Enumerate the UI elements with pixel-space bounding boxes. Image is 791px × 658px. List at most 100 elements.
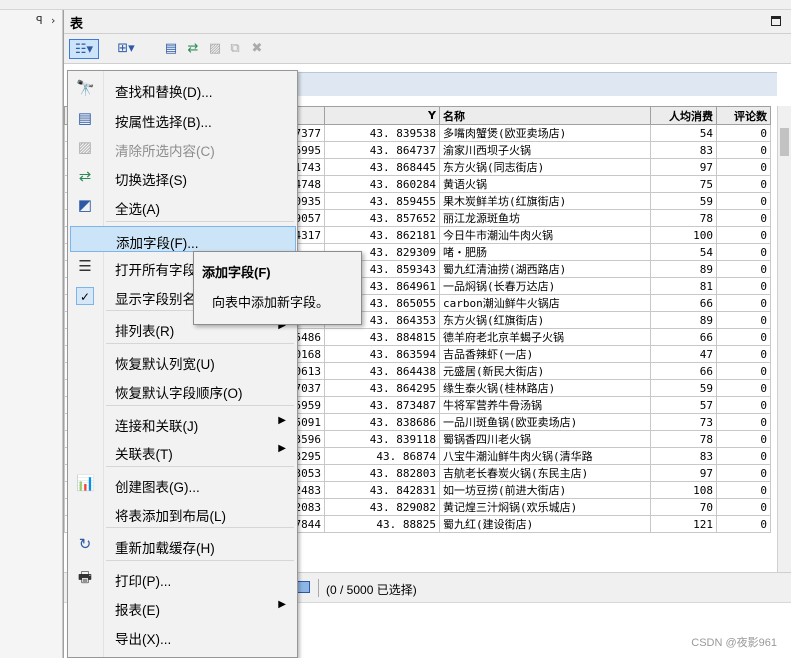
cell-y[interactable]: 43. 859455	[324, 192, 440, 210]
maximize-icon[interactable]	[771, 16, 781, 26]
menu-item-0[interactable]: 🔭 查找和替换(D)...	[70, 76, 296, 102]
menu-item-12[interactable]: 关联表(T) ▶	[70, 438, 296, 464]
cell-y[interactable]: 43. 864438	[324, 362, 440, 380]
cell-avg-cost[interactable]: 54	[650, 124, 717, 142]
cell-y[interactable]: 43. 857652	[324, 209, 440, 227]
cell-avg-cost[interactable]: 66	[650, 328, 717, 346]
cell-reviews[interactable]: 0	[716, 396, 771, 414]
cell-y[interactable]: 43. 839538	[324, 124, 440, 142]
select-by-attributes-button[interactable]: ▤	[162, 39, 180, 59]
cell-avg-cost[interactable]: 70	[650, 498, 717, 516]
cell-reviews[interactable]: 0	[716, 430, 771, 448]
cell-avg-cost[interactable]: 78	[650, 430, 717, 448]
column-header-reviews[interactable]: 评论数	[716, 106, 771, 125]
cell-y[interactable]: 43. 884815	[324, 328, 440, 346]
cell-reviews[interactable]: 0	[716, 464, 771, 482]
cell-name[interactable]: 果木炭鲜羊坊(红旗街店)	[439, 192, 651, 210]
cell-name[interactable]: 丽江龙源斑鱼坊	[439, 209, 651, 227]
menu-item-17[interactable]: 报表(E) ▶	[70, 594, 296, 620]
vertical-scrollbar[interactable]	[777, 106, 791, 572]
cell-reviews[interactable]: 0	[716, 141, 771, 159]
cell-y[interactable]: 43. 88825	[324, 515, 440, 533]
scrollbar-thumb[interactable]	[780, 128, 789, 156]
menu-item-2[interactable]: ▨ 清除所选内容(C)	[70, 135, 296, 161]
cell-reviews[interactable]: 0	[716, 209, 771, 227]
cell-avg-cost[interactable]: 47	[650, 345, 717, 363]
cell-avg-cost[interactable]: 97	[650, 464, 717, 482]
cell-name[interactable]: 渝家川西坝子火锅	[439, 141, 651, 159]
cell-y[interactable]: 43. 873487	[324, 396, 440, 414]
cell-reviews[interactable]: 0	[716, 175, 771, 193]
pin-icon[interactable]: ꟼ	[36, 14, 43, 27]
cell-name[interactable]: 牛将军营养牛骨汤锅	[439, 396, 651, 414]
cell-y[interactable]: 43. 864737	[324, 141, 440, 159]
menu-item-3[interactable]: ⇄ 切换选择(S)	[70, 164, 296, 190]
cell-avg-cost[interactable]: 59	[650, 192, 717, 210]
cell-reviews[interactable]: 0	[716, 515, 771, 533]
show-all-records-icon[interactable]	[297, 581, 310, 593]
cell-reviews[interactable]: 0	[716, 345, 771, 363]
cell-name[interactable]: 元盛居(新民大街店)	[439, 362, 651, 380]
cell-reviews[interactable]: 0	[716, 362, 771, 380]
cell-name[interactable]: 吉品香辣虾(一店)	[439, 345, 651, 363]
menu-item-13[interactable]: 📊 创建图表(G)...	[70, 471, 296, 497]
related-tables-button[interactable]: ⊞▾	[112, 39, 140, 59]
cell-name[interactable]: 多嘴肉蟹煲(欧亚卖场店)	[439, 124, 651, 142]
cell-avg-cost[interactable]: 66	[650, 362, 717, 380]
cell-y[interactable]: 43. 864295	[324, 379, 440, 397]
cell-avg-cost[interactable]: 83	[650, 141, 717, 159]
cell-name[interactable]: 吉航老长春炭火锅(东民主店)	[439, 464, 651, 482]
cell-reviews[interactable]: 0	[716, 447, 771, 465]
column-header-y[interactable]: Y	[324, 106, 440, 125]
cell-name[interactable]: 啫・肥肠	[439, 243, 651, 261]
cell-avg-cost[interactable]: 81	[650, 277, 717, 295]
cell-name[interactable]: 如一坊豆捞(前进大街店)	[439, 481, 651, 499]
menu-item-11[interactable]: 连接和关联(J) ▶	[70, 410, 296, 436]
cell-name[interactable]: 德羊府老北京羊蝎子火锅	[439, 328, 651, 346]
menu-item-18[interactable]: 导出(X)...	[70, 623, 296, 649]
cell-reviews[interactable]: 0	[716, 498, 771, 516]
cell-avg-cost[interactable]: 57	[650, 396, 717, 414]
cell-name[interactable]: 一品焖锅(长春万达店)	[439, 277, 651, 295]
cell-reviews[interactable]: 0	[716, 243, 771, 261]
cell-name[interactable]: 黄语火锅	[439, 175, 651, 193]
cell-name[interactable]: 蜀九红(建设街店)	[439, 515, 651, 533]
cell-reviews[interactable]: 0	[716, 328, 771, 346]
cell-name[interactable]: carbon潮汕鲜牛火锅店	[439, 294, 651, 312]
cell-avg-cost[interactable]: 89	[650, 311, 717, 329]
cell-name[interactable]: 蜀锅香四川老火锅	[439, 430, 651, 448]
cell-y[interactable]: 43. 863594	[324, 345, 440, 363]
menu-item-15[interactable]: ↻ 重新加载缓存(H)	[70, 532, 296, 558]
cell-avg-cost[interactable]: 66	[650, 294, 717, 312]
cell-avg-cost[interactable]: 75	[650, 175, 717, 193]
menu-item-1[interactable]: ▤ 按属性选择(B)...	[70, 106, 296, 132]
cell-name[interactable]: 一品川斑鱼锅(欧亚卖场店)	[439, 413, 651, 431]
cell-y[interactable]: 43. 882803	[324, 464, 440, 482]
cell-name[interactable]: 蜀九红清油捞(湖西路店)	[439, 260, 651, 278]
cell-y[interactable]: 43. 829082	[324, 498, 440, 516]
cell-y[interactable]: 43. 868445	[324, 158, 440, 176]
cell-name[interactable]: 东方火锅(同志街店)	[439, 158, 651, 176]
delete-selected-button[interactable]: ✖	[248, 39, 266, 59]
cell-reviews[interactable]: 0	[716, 379, 771, 397]
cell-avg-cost[interactable]: 97	[650, 158, 717, 176]
cell-reviews[interactable]: 0	[716, 192, 771, 210]
cell-reviews[interactable]: 0	[716, 481, 771, 499]
cell-name[interactable]: 东方火锅(红旗街店)	[439, 311, 651, 329]
cell-reviews[interactable]: 0	[716, 260, 771, 278]
menu-item-10[interactable]: 恢复默认字段顺序(O)	[70, 377, 296, 403]
cell-y[interactable]: 43. 860284	[324, 175, 440, 193]
cell-reviews[interactable]: 0	[716, 277, 771, 295]
cell-name[interactable]: 缘生泰火锅(桂林路店)	[439, 379, 651, 397]
cell-reviews[interactable]: 0	[716, 158, 771, 176]
menu-item-4[interactable]: ◩ 全选(A)	[70, 193, 296, 219]
cell-y[interactable]: 43. 838686	[324, 413, 440, 431]
column-header-avg-cost[interactable]: 人均消费	[650, 106, 717, 125]
cell-avg-cost[interactable]: 108	[650, 481, 717, 499]
column-header-name[interactable]: 名称	[439, 106, 651, 125]
cell-reviews[interactable]: 0	[716, 311, 771, 329]
cell-y[interactable]: 43. 86874	[324, 447, 440, 465]
cell-avg-cost[interactable]: 78	[650, 209, 717, 227]
cell-reviews[interactable]: 0	[716, 226, 771, 244]
cell-y[interactable]: 43. 842831	[324, 481, 440, 499]
